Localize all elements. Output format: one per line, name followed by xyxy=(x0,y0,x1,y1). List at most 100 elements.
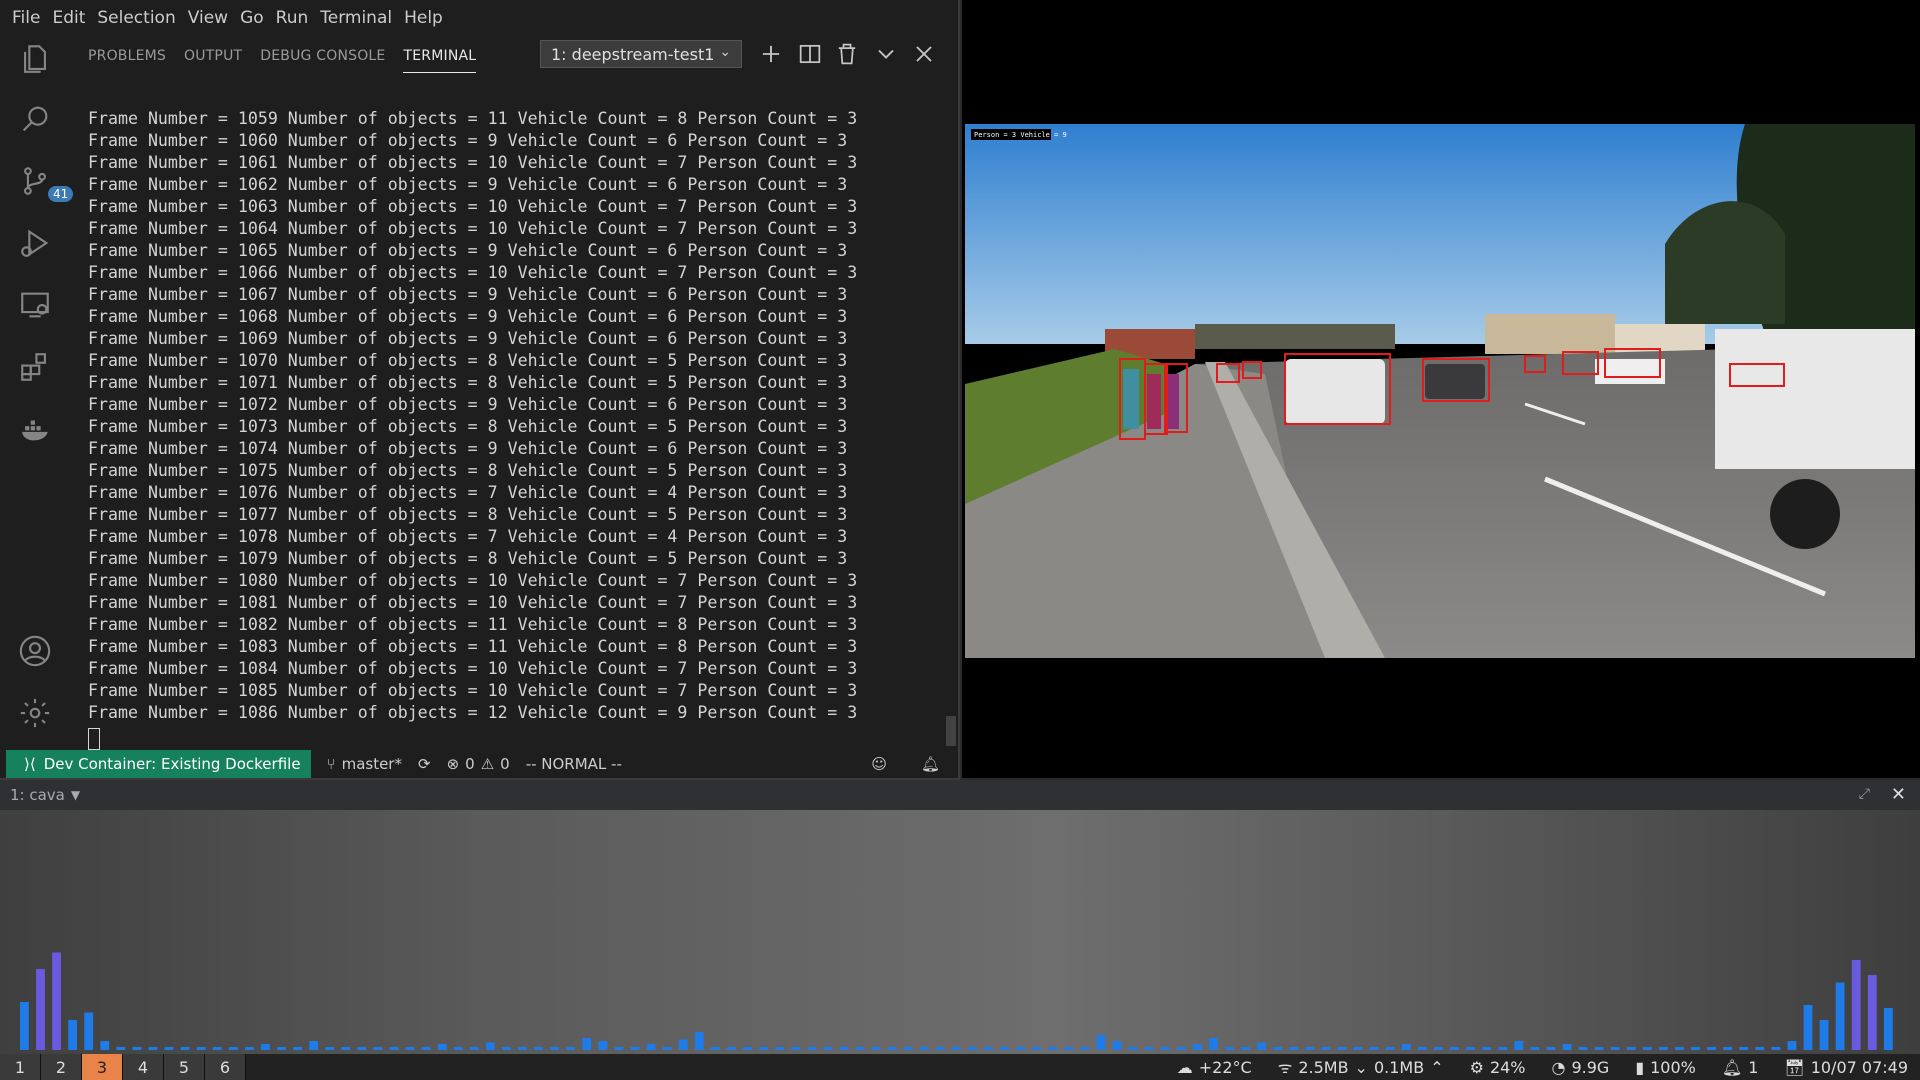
remote-indicator[interactable]: ⟩⟨ Dev Container: Existing Dockerfile xyxy=(6,750,311,778)
cava-bar xyxy=(469,1047,479,1050)
cava-bar xyxy=(1530,1047,1540,1050)
trash-icon[interactable] xyxy=(833,40,861,68)
settings-gear-icon[interactable] xyxy=(18,696,52,730)
cava-bar xyxy=(1080,1047,1090,1050)
cava-bar xyxy=(261,1044,270,1050)
tab-output[interactable]: OUTPUT xyxy=(184,40,242,72)
cava-bar xyxy=(341,1047,351,1050)
feedback-icon[interactable]: ☺ xyxy=(871,755,887,773)
cava-titlebar: 1: cava ▼ ⤢ ✕ xyxy=(0,780,1920,810)
terminal-line: Frame Number = 1082 Number of objects = … xyxy=(88,615,858,634)
cava-bar xyxy=(1466,1047,1475,1050)
workspace-3[interactable]: 3 xyxy=(82,1054,123,1080)
dropdown-icon[interactable]: ▼ xyxy=(71,788,80,802)
cava-bar xyxy=(1883,1008,1893,1050)
terminal-line: Frame Number = 1075 Number of objects = … xyxy=(88,461,848,480)
cava-bar xyxy=(678,1039,688,1050)
cava-bar xyxy=(20,1002,29,1050)
bell-icon[interactable]: 🔔︎ xyxy=(921,755,940,773)
menu-item-view[interactable]: View xyxy=(188,8,228,28)
cava-bar xyxy=(566,1047,576,1050)
terminal-scrollbar[interactable] xyxy=(946,716,956,746)
branch-indicator[interactable]: ⑂ master* xyxy=(327,755,402,773)
menu-item-go[interactable]: Go xyxy=(240,8,264,28)
search-icon[interactable] xyxy=(18,102,52,136)
close-icon[interactable]: ✕ xyxy=(1891,784,1906,805)
workspace-1[interactable]: 1 xyxy=(0,1054,41,1080)
remote-icon: ⟩⟨ xyxy=(24,755,36,773)
workspace-2[interactable]: 2 xyxy=(41,1054,82,1080)
account-icon[interactable] xyxy=(18,634,52,668)
new-terminal-plus-icon[interactable] xyxy=(757,40,785,68)
source-control-icon[interactable]: 41 xyxy=(18,164,74,202)
cava-bar xyxy=(1192,1044,1202,1050)
cava-bar xyxy=(1675,1047,1684,1050)
cava-bar xyxy=(1321,1047,1331,1050)
menu-item-terminal[interactable]: Terminal xyxy=(320,8,392,28)
notifications[interactable]: 🔔︎ 1 xyxy=(1722,1058,1759,1077)
remote-label: Dev Container: Existing Dockerfile xyxy=(43,755,301,773)
terminal-line: Frame Number = 1063 Number of objects = … xyxy=(88,197,858,216)
frame-overlay-label: Person = 3 Vehicle = 9 xyxy=(974,131,1067,139)
cava-bar xyxy=(180,1047,190,1050)
cava-bar xyxy=(662,1047,672,1050)
cava-bar xyxy=(293,1047,302,1050)
extensions-icon[interactable] xyxy=(18,350,52,384)
cava-bar xyxy=(1000,1047,1010,1050)
cava-window: 1: cava ▼ ⤢ ✕ xyxy=(0,780,1920,1054)
menu-item-help[interactable]: Help xyxy=(404,8,443,28)
cava-bar xyxy=(132,1047,142,1050)
workspace-6[interactable]: 6 xyxy=(205,1054,246,1080)
warning-count: 0 xyxy=(500,755,510,773)
cava-bar xyxy=(1787,1041,1797,1050)
cava-bar xyxy=(614,1047,624,1050)
problems-indicator[interactable]: ⊗ 0 ⚠ 0 xyxy=(447,755,510,773)
tab-problems[interactable]: PROBLEMS xyxy=(88,40,166,72)
terminal-output[interactable]: Frame Number = 1059 Number of objects = … xyxy=(88,108,948,748)
close-panel-icon[interactable] xyxy=(910,40,938,68)
memory-icon: ◔ xyxy=(1551,1057,1566,1077)
cava-bar xyxy=(1691,1047,1700,1050)
menu-item-selection[interactable]: Selection xyxy=(97,8,175,28)
cava-bar xyxy=(1032,1047,1042,1050)
sync-button[interactable]: ⟳ xyxy=(418,755,431,773)
cava-bar xyxy=(1707,1047,1717,1050)
menu-item-file[interactable]: File xyxy=(12,8,40,28)
workspace-4[interactable]: 4 xyxy=(123,1054,164,1080)
cava-bar xyxy=(887,1047,897,1050)
remote-explorer-icon[interactable] xyxy=(18,288,52,322)
terminal-line: Frame Number = 1061 Number of objects = … xyxy=(88,153,858,172)
chevron-down-icon[interactable] xyxy=(872,40,900,68)
cava-bar xyxy=(1739,1047,1749,1050)
split-terminal-icon[interactable] xyxy=(796,40,824,68)
system-info: ☁ +22°C ᯤ 2.5MB ⌄ 0.1MB ⌃ ⚙ 24% ◔ 9.9G ▮ 100% 🔔︎… xyxy=(1177,1054,1908,1080)
cava-bar xyxy=(1144,1047,1154,1050)
vim-mode: -- NORMAL -- xyxy=(525,755,622,773)
tab-terminal[interactable]: TERMINAL xyxy=(403,40,477,73)
panel-tabs: PROBLEMS OUTPUT DEBUG CONSOLE TERMINAL xyxy=(70,36,958,76)
cpu-icon: ⚙ xyxy=(1469,1057,1484,1077)
terminal-select[interactable]: 1: deepstream-test1 ⌄ xyxy=(540,40,742,68)
cava-title[interactable]: 1: cava xyxy=(10,786,65,804)
activity-bar: 41 xyxy=(0,36,74,748)
workspace-5[interactable]: 5 xyxy=(164,1054,205,1080)
menu-item-run[interactable]: Run xyxy=(276,8,309,28)
cava-bar xyxy=(984,1047,993,1050)
maximize-icon[interactable]: ⤢ xyxy=(1859,786,1870,802)
terminal-line: Frame Number = 1067 Number of objects = … xyxy=(88,285,848,304)
tab-debug-console[interactable]: DEBUG CONSOLE xyxy=(260,40,385,72)
cava-bar xyxy=(228,1047,238,1050)
cava-bar xyxy=(1016,1047,1026,1050)
docker-icon[interactable] xyxy=(18,412,52,446)
cava-bar xyxy=(164,1047,174,1050)
explorer-icon[interactable] xyxy=(18,42,52,76)
menu-item-edit[interactable]: Edit xyxy=(52,8,85,28)
cava-bar xyxy=(1755,1047,1765,1050)
terminal-line: Frame Number = 1071 Number of objects = … xyxy=(88,373,848,392)
cava-bar xyxy=(437,1044,447,1050)
cava-bar xyxy=(1867,975,1877,1050)
terminal-line: Frame Number = 1077 Number of objects = … xyxy=(88,505,848,524)
cava-bar xyxy=(421,1047,431,1050)
cava-bar xyxy=(1658,1047,1668,1050)
run-debug-icon[interactable] xyxy=(18,226,52,260)
